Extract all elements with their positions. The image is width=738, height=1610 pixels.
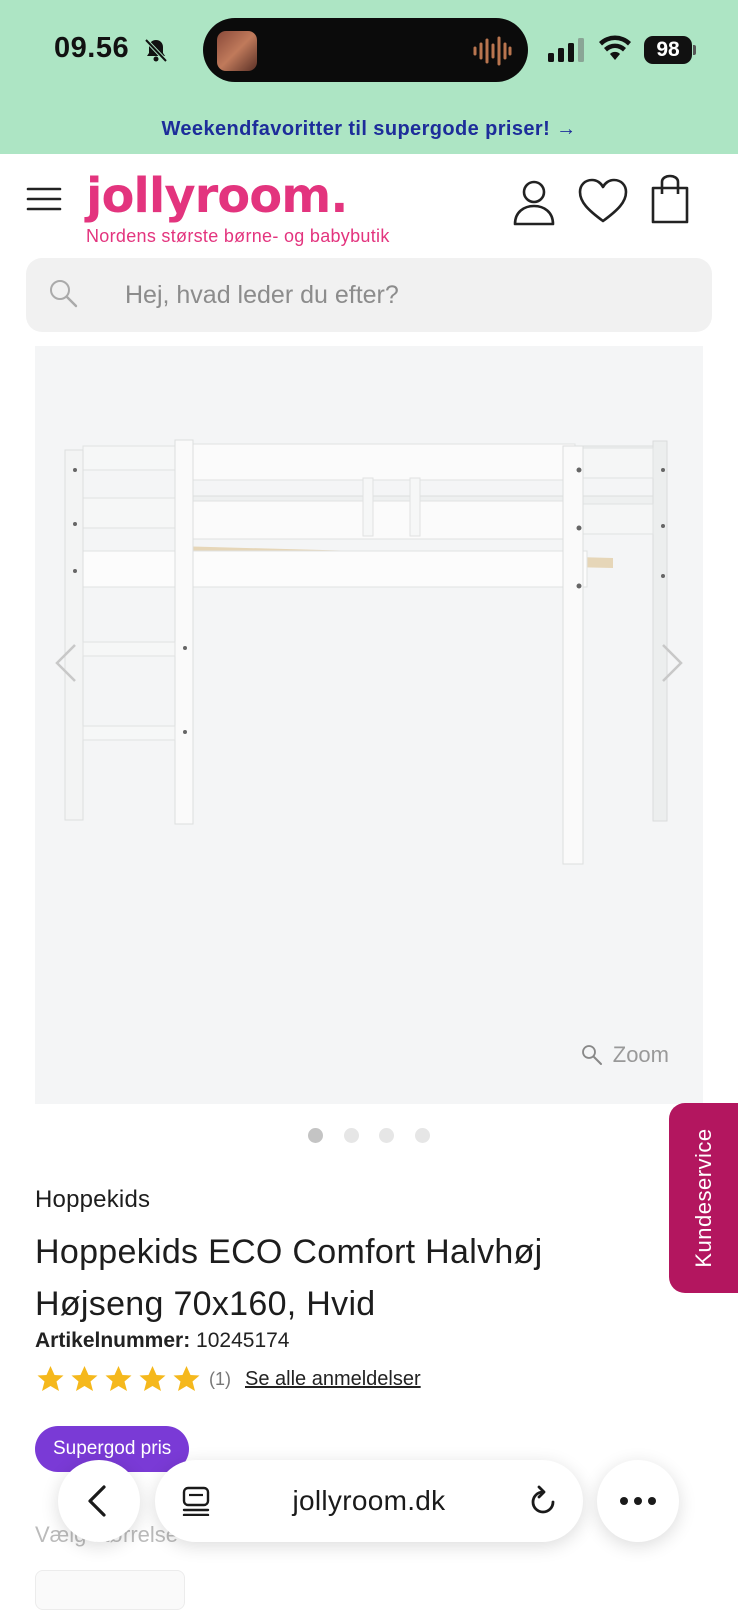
zoom-label: Zoom (612, 1042, 669, 1067)
shopping-bag-icon[interactable] (650, 174, 690, 224)
battery-tip (693, 45, 696, 55)
browser-back-button[interactable] (58, 1460, 140, 1542)
browser-url[interactable]: jollyroom.dk (155, 1460, 583, 1542)
audio-waveform-icon (473, 36, 512, 66)
gallery-prev-arrow-icon[interactable] (53, 642, 79, 684)
zoom-magnifier-icon (581, 1045, 602, 1065)
promo-banner-text[interactable]: Weekendfavoritter til supergode priser! … (161, 118, 576, 140)
now-playing-artwork (217, 31, 257, 71)
back-chevron-icon (88, 1485, 106, 1517)
search-bar[interactable] (26, 258, 712, 332)
product-brand[interactable]: Hoppekids (35, 1186, 150, 1214)
product-title: Hoppekids ECO Comfort Halvhøj Højseng 70… (35, 1233, 543, 1323)
star-icon (37, 1366, 64, 1391)
wifi-icon (599, 35, 631, 60)
star-icon (173, 1366, 200, 1391)
rating-count: (1) (209, 1368, 231, 1389)
gallery-dot-2[interactable] (343, 1128, 359, 1143)
zoom-button[interactable]: Zoom (581, 1042, 669, 1068)
browser-address-bar[interactable]: jollyroom.dk (155, 1460, 583, 1542)
browser-more-button[interactable] (597, 1460, 679, 1542)
promo-banner[interactable]: Weekendfavoritter til supergode priser! … (0, 104, 738, 154)
article-number-row: Artikelnummer: 10245174 (35, 1329, 289, 1353)
size-option[interactable] (35, 1570, 185, 1610)
gallery-next-arrow-icon[interactable] (659, 642, 685, 684)
gallery-pagination (0, 1128, 738, 1148)
star-icon (105, 1366, 132, 1391)
more-dots-icon (620, 1497, 656, 1505)
article-number-value: 10245174 (196, 1329, 290, 1352)
gallery-dot-3[interactable] (379, 1128, 395, 1143)
tagline: Nordens største børne- og babybutik (86, 226, 390, 246)
gallery-dot-1[interactable] (308, 1128, 324, 1143)
gallery-dot-4[interactable] (414, 1128, 430, 1143)
status-bar: 09.56 98 (0, 0, 738, 104)
search-icon (50, 280, 78, 308)
hamburger-menu-icon[interactable] (26, 184, 62, 214)
customer-service-tab[interactable]: Kundeservice (669, 1103, 738, 1293)
customer-service-label: Kundeservice (691, 1128, 716, 1268)
wishlist-heart-icon[interactable] (578, 178, 628, 224)
see-all-reviews-link[interactable]: Se alle anmeldelser (245, 1368, 421, 1391)
product-image-gallery[interactable]: Zoom (35, 346, 703, 1104)
reload-icon[interactable] (527, 1484, 559, 1518)
page-menu-icon[interactable] (181, 1486, 211, 1516)
search-input[interactable] (98, 258, 688, 332)
star-icon (139, 1366, 166, 1391)
site-header: jollyroom. Nordens største børne- og bab… (0, 154, 738, 254)
star-icon (71, 1366, 98, 1391)
status-time: 09.56 (54, 32, 130, 64)
bell-muted-icon (144, 38, 168, 63)
battery-level: 98 (644, 36, 692, 64)
cellular-signal-icon (548, 38, 584, 62)
jollyroom-logo[interactable]: jollyroom. (86, 168, 348, 224)
battery-indicator: 98 (644, 36, 696, 64)
product-rating[interactable]: (1) Se alle anmeldelser (35, 1364, 421, 1394)
user-account-icon[interactable] (512, 178, 556, 226)
product-image-loft-bed[interactable] (35, 346, 703, 1104)
article-number-label: Artikelnummer: (35, 1329, 191, 1352)
dynamic-island[interactable] (203, 18, 528, 82)
